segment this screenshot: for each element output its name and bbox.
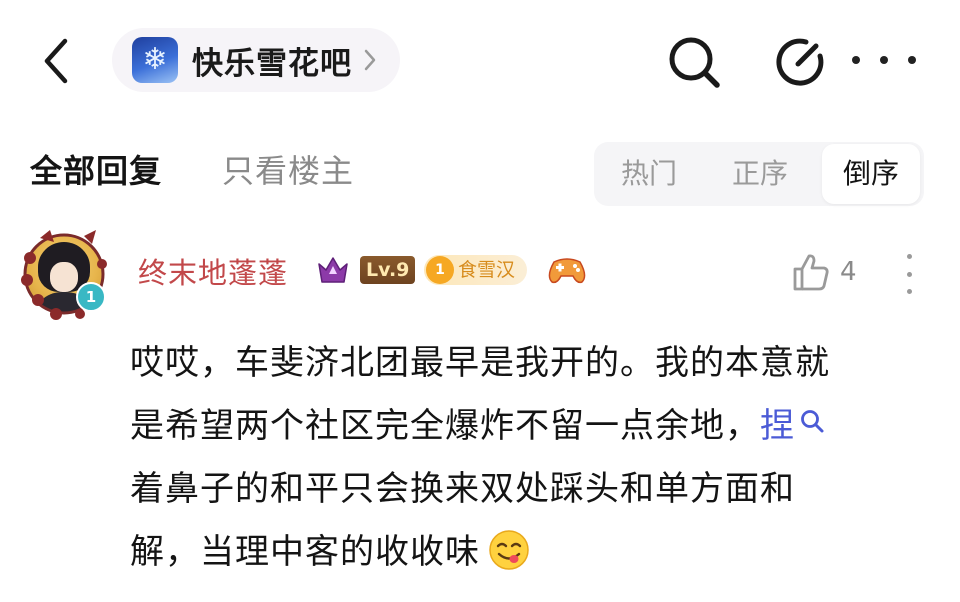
search-link-text: 捏 (760, 406, 795, 446)
forum-name: 快乐雪花吧 (192, 45, 352, 82)
content-line: 哎哎，车斐济北团最早是我开的。我的本意就 (130, 343, 830, 383)
sort-descending[interactable]: 倒序 (822, 144, 920, 204)
medal-icon: 1 (426, 256, 454, 284)
content-line: 是希望两个社区完全爆炸不留一点余地，捏 (130, 395, 920, 458)
forum-logo: ❄ (132, 37, 178, 83)
username[interactable]: 终末地蓬蓬 (138, 250, 288, 292)
like-count: 4 (840, 257, 857, 287)
tab-all-replies[interactable]: 全部回复 (30, 146, 162, 192)
search-icon (669, 37, 720, 88)
comment-more-button[interactable] (904, 254, 914, 294)
snowflake-icon: ❄ (142, 42, 168, 77)
more-dot (852, 56, 860, 64)
tab-op-only[interactable]: 只看楼主 (222, 146, 354, 192)
more-dot (906, 254, 912, 259)
content-line-text: 解，当理中客的收收味 (130, 532, 480, 572)
yum-face-emoji (489, 530, 529, 570)
title-badge-label: 食雪汉 (458, 259, 516, 281)
like-button[interactable]: 4 (792, 250, 857, 294)
edit-button[interactable] (772, 34, 828, 90)
search-button[interactable] (664, 32, 724, 92)
top-bar: ❄ 快乐雪花吧 (0, 0, 960, 120)
chevron-right-icon (364, 49, 376, 71)
sort-selector: 热门 正序 倒序 (594, 142, 924, 206)
back-button[interactable] (32, 36, 80, 86)
search-link[interactable]: 捏 (760, 406, 825, 446)
forum-entry[interactable]: ❄ 快乐雪花吧 (112, 28, 400, 92)
more-dot (906, 271, 912, 277)
content-line: 着鼻子的和平只会换来双处踩头和单方面和 (130, 469, 795, 509)
content-line: 解，当理中客的收收味 (130, 521, 920, 584)
more-dot (906, 289, 912, 294)
level-badge: Lv.9 (360, 256, 416, 284)
gamepad-icon (548, 258, 586, 284)
comment-content: 哎哎，车斐济北团最早是我开的。我的本意就 是希望两个社区完全爆炸不留一点余地，捏… (130, 332, 920, 584)
title-badge: 1 食雪汉 (424, 255, 528, 285)
edit-icon (776, 38, 824, 86)
thumbs-up-icon (793, 254, 829, 291)
more-dot (880, 56, 888, 64)
chevron-left-icon (44, 38, 68, 84)
search-icon (801, 410, 824, 433)
more-dot (908, 56, 916, 64)
crown-icon (318, 257, 348, 283)
avatar-level-badge: 1 (76, 282, 106, 312)
more-button[interactable] (852, 40, 916, 80)
content-line-text: 是希望两个社区完全爆炸不留一点余地， (130, 406, 760, 446)
sort-hot[interactable]: 热门 (594, 142, 704, 206)
sort-ascending[interactable]: 正序 (704, 142, 816, 206)
